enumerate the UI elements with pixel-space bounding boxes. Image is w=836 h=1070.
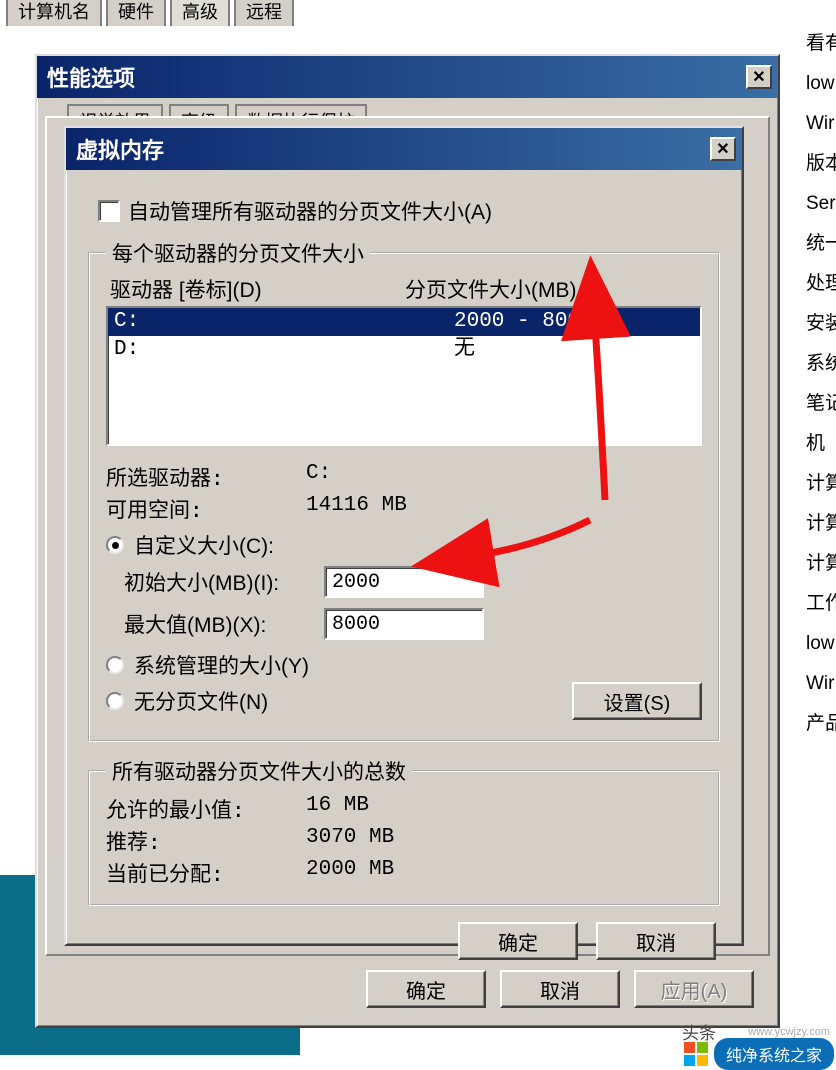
drive-group-legend: 每个驱动器的分页文件大小 [106, 238, 370, 268]
vm-button-row: 确定 取消 [88, 922, 720, 960]
perf-ok-button[interactable]: 确定 [366, 970, 486, 1008]
min-allowed-label: 允许的最小值: [106, 794, 306, 824]
drive-listbox[interactable]: C: 2000 - 8000 D: 无 [106, 306, 702, 446]
drive-c-label: C: [114, 308, 414, 336]
bg-tab-computer-name[interactable]: 计算机名 [6, 0, 102, 26]
set-button[interactable]: 设置(S) [572, 682, 702, 720]
perf-apply-button[interactable]: 应用(A) [634, 970, 754, 1008]
current-allocated-row: 当前已分配: 2000 MB [106, 858, 702, 888]
drive-d-label: D: [114, 336, 414, 364]
current-label: 当前已分配: [106, 858, 306, 888]
free-space-label: 可用空间: [106, 494, 306, 524]
total-group-legend: 所有驱动器分页文件大小的总数 [106, 756, 412, 786]
col-drive-label: 驱动器 [卷标](D) [110, 274, 405, 304]
selected-drive-label: 所选驱动器: [106, 462, 306, 492]
perf-cancel-button[interactable]: 取消 [500, 970, 620, 1008]
radio-custom-size[interactable]: 自定义大小(C): [106, 530, 702, 560]
initial-size-label: 初始大小(MB)(I): [124, 567, 314, 597]
vm-titlebar: 虚拟内存 ✕ [66, 128, 742, 170]
virtual-memory-window: 虚拟内存 ✕ 自动管理所有驱动器的分页文件大小(A) 每个驱动器的分页文件大小 … [64, 126, 744, 946]
drive-c-size: 2000 - 8000 [414, 308, 694, 336]
radio-none-label: 无分页文件(N) [134, 686, 268, 716]
perf-title: 性能选项 [47, 61, 135, 93]
radio-icon[interactable] [106, 692, 124, 710]
free-space-value: 14116 MB [306, 494, 407, 524]
vm-ok-button[interactable]: 确定 [458, 922, 578, 960]
selected-drive-value: C: [306, 462, 331, 492]
free-space-row: 可用空间: 14116 MB [106, 494, 702, 524]
perf-button-row: 确定 取消 应用(A) [37, 970, 778, 1008]
drive-list-headers: 驱动器 [卷标](D) 分页文件大小(MB) [106, 274, 702, 306]
max-size-label: 最大值(MB)(X): [124, 609, 314, 639]
recommended-row: 推荐: 3070 MB [106, 826, 702, 856]
perf-titlebar: 性能选项 ✕ [37, 56, 778, 98]
recommended-label: 推荐: [106, 826, 306, 856]
drive-pagefile-group: 每个驱动器的分页文件大小 驱动器 [卷标](D) 分页文件大小(MB) C: 2… [88, 238, 720, 742]
total-pagefile-group: 所有驱动器分页文件大小的总数 允许的最小值: 16 MB 推荐: 3070 MB… [88, 756, 720, 906]
auto-manage-checkbox-row[interactable]: 自动管理所有驱动器的分页文件大小(A) [98, 196, 720, 226]
recommended-value: 3070 MB [306, 826, 394, 856]
min-allowed-value: 16 MB [306, 794, 369, 824]
vm-cancel-button[interactable]: 取消 [596, 922, 716, 960]
background-text-fragments: 看有low Wir版本 Ser统一 处理安装 系统笔记 机计算 计算计算 工作l… [806, 24, 836, 744]
max-size-row: 最大值(MB)(X): 8000 [124, 608, 702, 640]
max-size-input[interactable]: 8000 [324, 608, 484, 640]
radio-icon[interactable] [106, 536, 124, 554]
col-size-label: 分页文件大小(MB) [405, 274, 698, 304]
radio-custom-label: 自定义大小(C): [134, 530, 274, 560]
initial-size-input[interactable]: 2000 [324, 566, 484, 598]
watermark-url: www.ycwjzy.com [748, 1026, 830, 1038]
drive-d-size: 无 [414, 336, 694, 364]
radio-icon[interactable] [106, 656, 124, 674]
bg-tab-hardware[interactable]: 硬件 [106, 0, 166, 26]
auto-manage-label: 自动管理所有驱动器的分页文件大小(A) [128, 196, 492, 226]
initial-size-row: 初始大小(MB)(I): 2000 [124, 566, 702, 598]
radio-system-managed[interactable]: 系统管理的大小(Y) [106, 650, 702, 680]
bg-tab-remote[interactable]: 远程 [234, 0, 294, 26]
drive-row-d[interactable]: D: 无 [108, 336, 700, 364]
watermark-brand: 纯净系统之家 [714, 1038, 834, 1070]
close-icon[interactable]: ✕ [746, 65, 772, 89]
drive-row-c[interactable]: C: 2000 - 8000 [108, 308, 700, 336]
selected-drive-row: 所选驱动器: C: [106, 462, 702, 492]
bg-tab-advanced[interactable]: 高级 [170, 0, 230, 26]
min-allowed-row: 允许的最小值: 16 MB [106, 794, 702, 824]
vm-title: 虚拟内存 [76, 133, 164, 165]
close-icon[interactable]: ✕ [710, 137, 736, 161]
radio-system-label: 系统管理的大小(Y) [134, 650, 309, 680]
background-tab-strip: 计算机名 硬件 高级 远程 [6, 0, 294, 26]
windows-logo-icon [684, 1042, 708, 1066]
watermark: 纯净系统之家 [684, 1038, 834, 1070]
current-value: 2000 MB [306, 858, 394, 888]
checkbox-icon[interactable] [98, 200, 120, 222]
